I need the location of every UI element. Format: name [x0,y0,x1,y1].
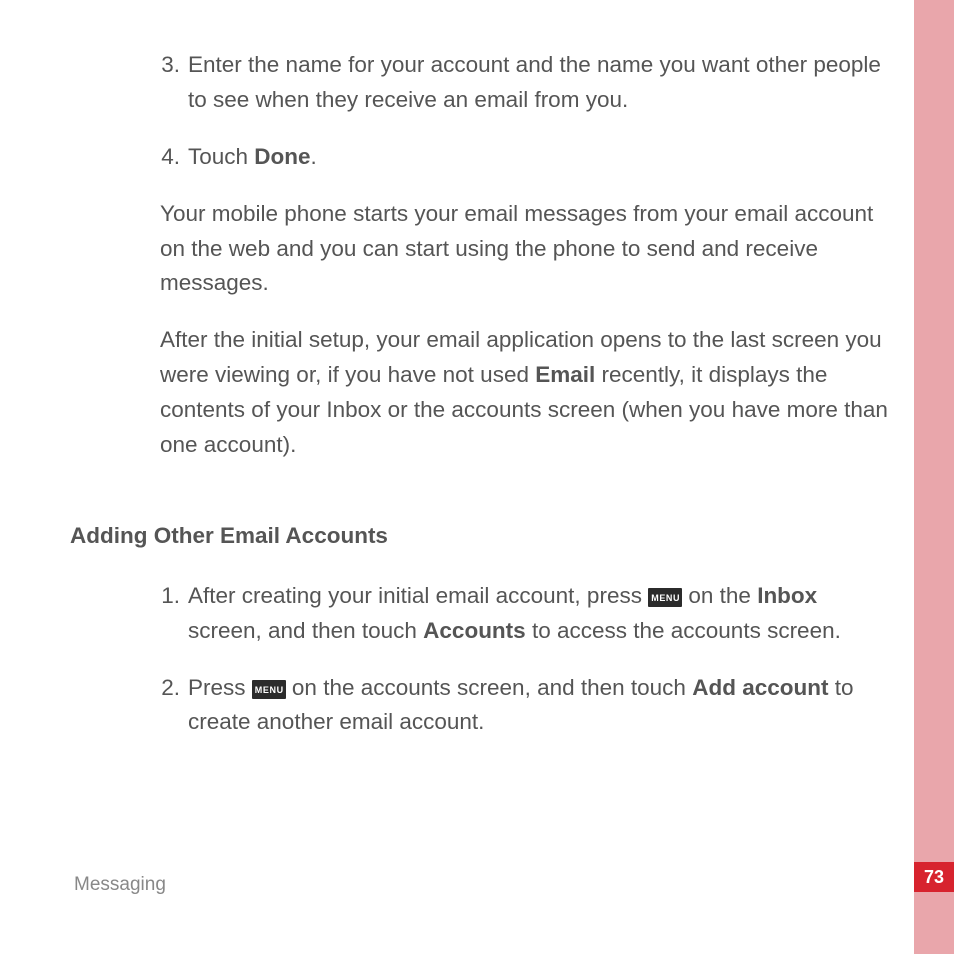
adding-step-2-marker: 2. [70,671,188,741]
page-content: 3. Enter the name for your account and t… [70,48,894,762]
adding-step-1-bold1: Inbox [757,583,817,608]
adding-step-1-b: on the [682,583,757,608]
step-3-marker: 3. [70,48,188,118]
step-4-text: Touch Done. [188,140,894,175]
step-4-prefix: Touch [188,144,254,169]
adding-step-1-text: After creating your initial email accoun… [188,579,894,649]
step-3: 3. Enter the name for your account and t… [70,48,894,118]
step-4: 4. Touch Done. [70,140,894,175]
adding-step-1: 1. After creating your initial email acc… [70,579,894,649]
paragraph-2: After the initial setup, your email appl… [160,323,894,463]
adding-step-1-d: to access the accounts screen. [526,618,841,643]
step-4-bold: Done [254,144,310,169]
adding-step-1-marker: 1. [70,579,188,649]
side-stripe [914,0,954,954]
adding-step-2-bold1: Add account [692,675,828,700]
adding-step-2-b: on the accounts screen, and then touch [286,675,693,700]
adding-step-1-c: screen, and then touch [188,618,423,643]
section-heading: Adding Other Email Accounts [70,523,894,549]
footer-section-label: Messaging [74,874,166,896]
step-3-text: Enter the name for your account and the … [188,48,894,118]
adding-step-2-text: Press MENU on the accounts screen, and t… [188,671,894,741]
adding-step-1-bold2: Accounts [423,618,526,643]
paragraph-1: Your mobile phone starts your email mess… [160,197,894,302]
adding-step-2: 2. Press MENU on the accounts screen, an… [70,671,894,741]
adding-step-2-a: Press [188,675,252,700]
paragraph-2-bold: Email [535,362,595,387]
menu-button-icon: MENU [648,588,682,607]
step-4-marker: 4. [70,140,188,175]
menu-button-icon: MENU [252,680,286,699]
step-4-suffix: . [311,144,317,169]
page-number: 73 [924,867,944,888]
adding-step-1-a: After creating your initial email accoun… [188,583,648,608]
page-number-tab: 73 [914,862,954,892]
